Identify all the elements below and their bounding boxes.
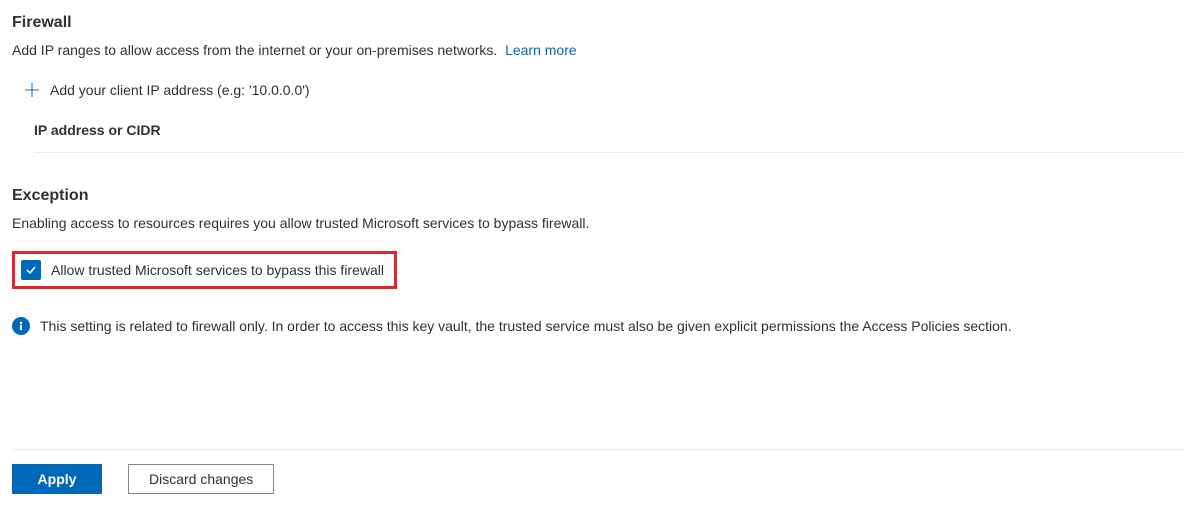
firewall-section: Firewall Add IP ranges to allow access f… (12, 14, 1184, 153)
info-text: This setting is related to firewall only… (40, 318, 1012, 334)
info-note: This setting is related to firewall only… (12, 317, 1184, 335)
add-ip-label: Add your client IP address (e.g: '10.0.0… (50, 82, 310, 98)
allow-trusted-checkbox-row[interactable]: Allow trusted Microsoft services to bypa… (12, 251, 397, 289)
firewall-description: Add IP ranges to allow access from the i… (12, 42, 1184, 58)
exception-description: Enabling access to resources requires yo… (12, 215, 1184, 231)
add-ip-button[interactable]: Add your client IP address (e.g: '10.0.0… (12, 76, 1184, 104)
info-icon (12, 317, 30, 335)
allow-trusted-checkbox[interactable] (21, 260, 41, 280)
learn-more-link[interactable]: Learn more (505, 42, 577, 58)
exception-section: Exception Enabling access to resources r… (12, 187, 1184, 335)
exception-heading: Exception (12, 187, 1184, 205)
ip-column-header: IP address or CIDR (34, 104, 1184, 153)
firewall-heading: Firewall (12, 14, 1184, 32)
firewall-description-text: Add IP ranges to allow access from the i… (12, 42, 497, 58)
check-icon (24, 263, 38, 277)
allow-trusted-label: Allow trusted Microsoft services to bypa… (51, 262, 384, 278)
section-spacer (12, 153, 1184, 187)
footer: Apply Discard changes (12, 449, 1184, 494)
plus-icon (24, 82, 40, 98)
apply-button[interactable]: Apply (12, 464, 102, 494)
discard-button[interactable]: Discard changes (128, 464, 274, 494)
